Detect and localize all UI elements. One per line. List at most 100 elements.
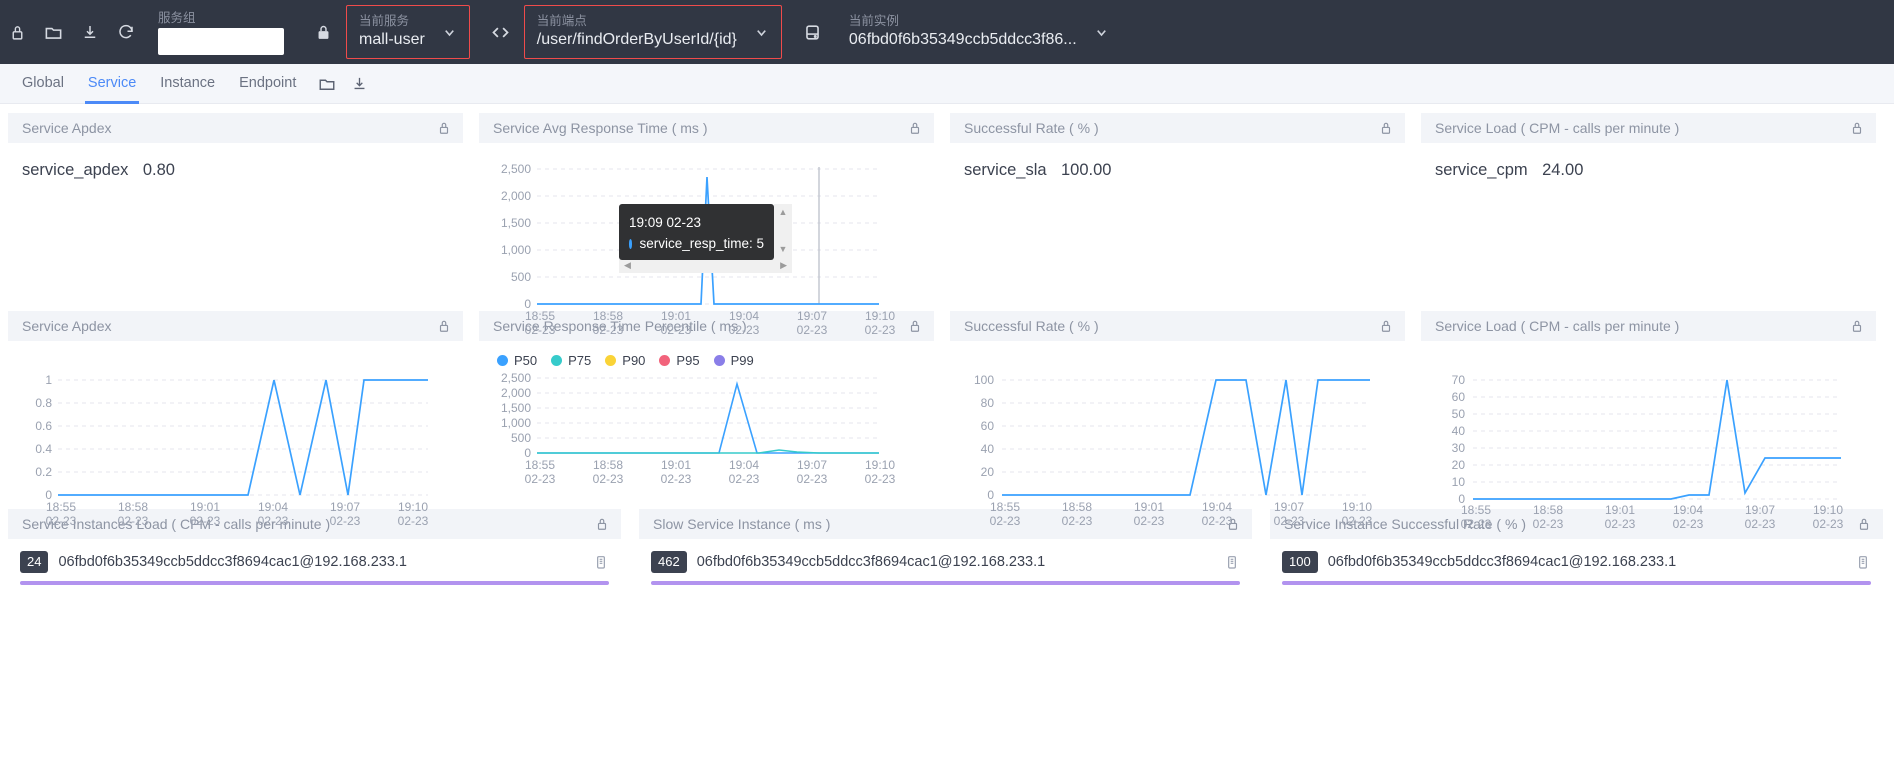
lock-icon[interactable] <box>437 121 451 135</box>
card-header: Successful Rate ( % ) <box>950 311 1405 341</box>
legend-item-p90[interactable]: P90 <box>605 353 645 368</box>
lock-icon[interactable] <box>437 319 451 333</box>
legend-label: P99 <box>730 353 754 368</box>
instance-progress-bar <box>1282 581 1871 585</box>
chevron-down-icon[interactable] <box>433 12 467 52</box>
clipboard-icon[interactable] <box>1855 554 1871 570</box>
x-tick-label: 19:07 02-23 <box>1744 503 1776 531</box>
service-group-label: 服务组 <box>158 10 196 25</box>
current-endpoint-group: 当前端点 /user/findOrderByUserId/{id} <box>474 0 786 64</box>
card-service-apdex-metric: Service Apdex service_apdex 0.80 <box>8 113 463 301</box>
card-successful-rate-metric: Successful Rate ( % ) service_sla 100.00 <box>950 113 1405 301</box>
tab-global[interactable]: Global <box>10 64 76 104</box>
download-icon[interactable] <box>346 71 372 97</box>
card-title: Service Avg Response Time ( ms ) <box>493 120 708 136</box>
card-title: Service Load ( CPM - calls per minute ) <box>1435 120 1680 136</box>
current-service-select[interactable]: 当前服务 mall-user <box>346 5 470 59</box>
card-header: Service Apdex <box>8 311 463 341</box>
lock-icon[interactable] <box>595 517 609 531</box>
x-tick-label: 18:55 02-23 <box>989 500 1021 528</box>
legend-item-p75[interactable]: P75 <box>551 353 591 368</box>
lock-icon[interactable] <box>1379 319 1393 333</box>
current-service-label: 当前服务 <box>359 14 410 28</box>
metric-value: 100.00 <box>1061 161 1112 179</box>
tab-instance[interactable]: Instance <box>148 64 227 104</box>
chart-canvas-service-load[interactable]: 70 60 50 40 30 20 10 0 18:55 02-23 18:58… <box>1421 341 1876 531</box>
card-service-instances-load: Service Instances Load ( CPM - calls per… <box>8 509 621 585</box>
x-tick-label: 19:04 02-23 <box>728 309 760 337</box>
chart-canvas-service-apdex[interactable]: 1 0.8 0.6 0.4 0.2 0 18:55 02-23 18:58 02… <box>8 341 463 528</box>
card-title: Service Load ( CPM - calls per minute ) <box>1435 318 1680 334</box>
x-tick-label: 19:01 02-23 <box>1604 503 1636 531</box>
card-service-avg-response-time: Service Avg Response Time ( ms ) 2,500 2… <box>479 113 934 337</box>
clipboard-icon[interactable] <box>593 554 609 570</box>
tooltip-series-label: service_resp_time: 5 <box>639 236 764 251</box>
legend-item-p50[interactable]: P50 <box>497 353 537 368</box>
card-response-time-percentile: Service Response Time Percentile ( ms ) … <box>479 311 934 499</box>
x-tick-label: 18:55 02-23 <box>1460 503 1492 531</box>
service-group-input[interactable] <box>158 27 284 55</box>
x-tick-label: 19:01 02-23 <box>660 458 692 486</box>
list-item[interactable]: 100 06fbd0f6b35349ccb5ddcc3f8694cac1@192… <box>1282 551 1871 573</box>
chevron-down-icon[interactable] <box>1085 12 1119 52</box>
card-title: Service Apdex <box>22 318 112 334</box>
list-item[interactable]: 462 06fbd0f6b35349ccb5ddcc3f8694cac1@192… <box>651 551 1240 573</box>
x-tick-label: 18:55 02-23 <box>45 500 77 528</box>
clipboard-icon[interactable] <box>1224 554 1240 570</box>
lock-icon[interactable] <box>1850 121 1864 135</box>
folder-icon[interactable] <box>44 18 63 46</box>
chevron-down-icon[interactable] <box>745 12 779 52</box>
scroll-left-arrow-icon[interactable]: ◀ <box>624 261 631 270</box>
tab-service[interactable]: Service <box>76 64 148 104</box>
scroll-down-arrow-icon[interactable]: ▼ <box>779 245 788 254</box>
instance-name: 06fbd0f6b35349ccb5ddcc3f8694cac1@192.168… <box>1327 554 1677 570</box>
legend-label: P75 <box>568 353 592 368</box>
x-tick-label: 19:04 02-23 <box>728 458 760 486</box>
x-tick-label: 18:58 02-23 <box>592 309 624 337</box>
chart-canvas-percentile[interactable]: P50 P75 P90 P95 P99 2,500 2,000 1,500 1,… <box>479 341 934 499</box>
metric-body: service_sla 100.00 <box>950 143 1405 301</box>
refresh-icon[interactable] <box>117 18 135 46</box>
service-group-field: 服务组 <box>144 0 296 64</box>
x-tick-label: 19:10 02-23 <box>1341 500 1373 528</box>
card-header: Service Apdex <box>8 113 463 143</box>
service-icon <box>309 18 337 46</box>
instance-name: 06fbd0f6b35349ccb5ddcc3f8694cac1@192.168… <box>58 554 407 570</box>
card-title: Successful Rate ( % ) <box>964 318 1099 334</box>
download-icon[interactable] <box>81 18 99 46</box>
legend-item-p99[interactable]: P99 <box>713 353 754 368</box>
legend-label: P50 <box>514 353 538 368</box>
chart-canvas-avg-resp-time[interactable]: 2,500 2,000 1,500 1,000 500 0 18:55 02-2… <box>479 143 934 337</box>
scroll-right-arrow-icon[interactable]: ▶ <box>780 261 787 270</box>
folder-icon[interactable] <box>314 71 340 97</box>
tooltip-vertical-scrollbar[interactable]: ▲ ▼ <box>774 204 792 258</box>
instance-progress-bar <box>651 581 1240 585</box>
legend-item-p95[interactable]: P95 <box>659 353 700 368</box>
status-badge: 24 <box>20 551 49 573</box>
dashboard-nav-tabs: Global Service Instance Endpoint <box>0 64 1894 104</box>
instance-list: 24 06fbd0f6b35349ccb5ddcc3f8694cac1@192.… <box>8 539 621 585</box>
card-header: Service Load ( CPM - calls per minute ) <box>1421 311 1876 341</box>
line-chart-svg <box>1473 379 1841 500</box>
scroll-up-arrow-icon[interactable]: ▲ <box>779 208 788 217</box>
instance-list: 462 06fbd0f6b35349ccb5ddcc3f8694cac1@192… <box>639 539 1252 585</box>
metric-label: service_apdex <box>22 161 129 179</box>
tab-endpoint[interactable]: Endpoint <box>227 64 308 104</box>
list-item[interactable]: 24 06fbd0f6b35349ccb5ddcc3f8694cac1@192.… <box>20 551 609 573</box>
status-badge: 100 <box>1282 551 1318 573</box>
current-instance-select[interactable]: 当前实例 06fbd0f6b35349ccb5ddcc3f86... <box>836 5 1894 59</box>
tooltip-horizontal-scrollbar[interactable]: ◀ ▶ <box>619 258 792 273</box>
lock-icon[interactable] <box>1379 121 1393 135</box>
lock-icon[interactable] <box>908 121 922 135</box>
code-brackets-icon <box>487 18 515 46</box>
x-tick-label: 19:04 02-23 <box>1201 500 1233 528</box>
current-endpoint-select[interactable]: 当前端点 /user/findOrderByUserId/{id} <box>523 5 782 59</box>
legend-color-dot <box>713 355 725 366</box>
card-successful-rate-chart: Successful Rate ( % ) 100 80 60 40 20 0 <box>950 311 1405 528</box>
metric-value: 0.80 <box>142 161 175 179</box>
chart-canvas-successful-rate[interactable]: 100 80 60 40 20 0 18:55 02-23 18:58 02-2… <box>950 341 1405 528</box>
instance-list: 100 06fbd0f6b35349ccb5ddcc3f8694cac1@192… <box>1270 539 1883 585</box>
legend-color-dot <box>551 355 563 366</box>
lock-icon[interactable] <box>1850 319 1864 333</box>
lock-icon[interactable] <box>9 18 26 46</box>
